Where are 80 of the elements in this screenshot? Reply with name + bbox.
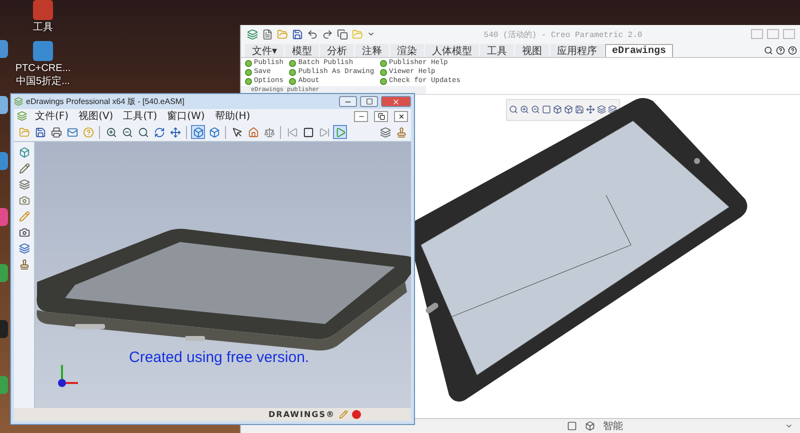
desktop-icon-label: 中国5折定...	[16, 76, 70, 87]
minimize-button[interactable]	[354, 110, 368, 122]
ribbon-tab[interactable]: 文件▾	[245, 44, 284, 57]
close-icon	[398, 112, 404, 120]
close-button[interactable]	[394, 110, 408, 122]
layers-button[interactable]	[17, 241, 31, 255]
stop-button[interactable]	[301, 125, 315, 139]
save-icon	[292, 28, 303, 40]
pencil-icon	[339, 410, 348, 419]
search-icon	[764, 46, 773, 54]
notice-text: Created using free version.	[129, 349, 310, 366]
view-tool-icon	[586, 105, 595, 114]
layers-button[interactable]	[17, 177, 31, 191]
undo-icon	[307, 28, 318, 40]
copy-icon	[337, 28, 348, 40]
menu-item[interactable]: 帮助(H)	[212, 109, 252, 123]
scale-button[interactable]	[262, 125, 276, 139]
view-tool-icon	[597, 105, 606, 114]
layers-button[interactable]	[378, 125, 392, 139]
caret-icon	[785, 422, 793, 430]
ribbon-tab[interactable]: 渲染	[390, 44, 424, 57]
help-button[interactable]	[81, 125, 95, 139]
desktop-icon-label: 工具	[33, 22, 53, 33]
search-button[interactable]	[136, 125, 150, 139]
printer-button[interactable]	[49, 125, 63, 139]
rotate-button[interactable]	[152, 125, 166, 139]
ribbon-tab[interactable]: 注释	[355, 44, 390, 57]
zoom-out-button[interactable]	[120, 125, 134, 139]
move-button[interactable]	[168, 125, 182, 139]
axis-triad-icon	[57, 362, 79, 388]
app-icon	[247, 28, 258, 40]
view-tool-icon	[564, 105, 573, 114]
menu-item[interactable]: 窗口(W)	[165, 109, 207, 123]
box-icon	[585, 421, 595, 431]
folder-icon	[352, 28, 363, 40]
app-icon	[17, 111, 27, 121]
pointer-button[interactable]	[230, 125, 244, 139]
view-tool-icon	[553, 105, 562, 114]
ribbon-tab[interactable]: eDrawings	[605, 44, 674, 57]
menu-item[interactable]: 视图(V)	[76, 109, 116, 123]
maximize-icon	[366, 98, 372, 105]
view-tool-icon	[509, 105, 518, 114]
view-tool-icon	[575, 105, 584, 114]
maximize-button[interactable]	[360, 96, 378, 107]
selection-filter[interactable]: 智能	[603, 419, 793, 433]
restore-button[interactable]	[374, 110, 388, 122]
cube-button[interactable]	[207, 125, 221, 139]
ribbon-tab[interactable]: 视图	[515, 44, 550, 57]
minimize-button[interactable]	[339, 96, 357, 107]
app-icon	[14, 97, 23, 106]
view-tool-icon	[531, 105, 540, 114]
menu-item[interactable]: 文件(F)	[33, 109, 71, 123]
window-title: eDrawings Professional x64 版 - [540.eASM]	[26, 96, 186, 107]
menu-item[interactable]: 工具(T)	[121, 109, 160, 123]
desktop-icon-label: PTC+CRE...	[15, 63, 71, 74]
selection-icon	[567, 421, 577, 431]
cube-button[interactable]	[191, 125, 205, 139]
zoom-in-button[interactable]	[104, 125, 118, 139]
restore-icon	[378, 112, 384, 120]
logo-text: DRAWINGS®	[268, 410, 335, 419]
view-tool-icon	[542, 105, 551, 114]
play-button[interactable]	[333, 125, 347, 139]
help-icon	[788, 46, 797, 54]
close-icon	[392, 98, 400, 106]
ribbon-tab[interactable]: 应用程序	[550, 44, 604, 57]
save-button[interactable]	[33, 125, 47, 139]
ribbon-tab[interactable]: 人体模型	[425, 44, 480, 57]
ribbon-tab[interactable]: 分析	[320, 44, 354, 57]
ribbon-tab[interactable]: 工具	[480, 44, 514, 57]
redo-icon	[322, 28, 333, 40]
ribbon-tab[interactable]: 模型	[285, 44, 320, 57]
window-title: 540 (活动的) - Creo Parametric 2.0	[482, 30, 644, 40]
caret-icon	[367, 30, 375, 38]
stop-icon	[352, 410, 361, 419]
cube-button[interactable]	[17, 145, 31, 159]
view-tool-icon	[520, 105, 529, 114]
home-button[interactable]	[246, 125, 260, 139]
file-icon	[262, 28, 273, 40]
folder-icon	[277, 28, 288, 40]
pencil-button[interactable]	[17, 161, 31, 175]
